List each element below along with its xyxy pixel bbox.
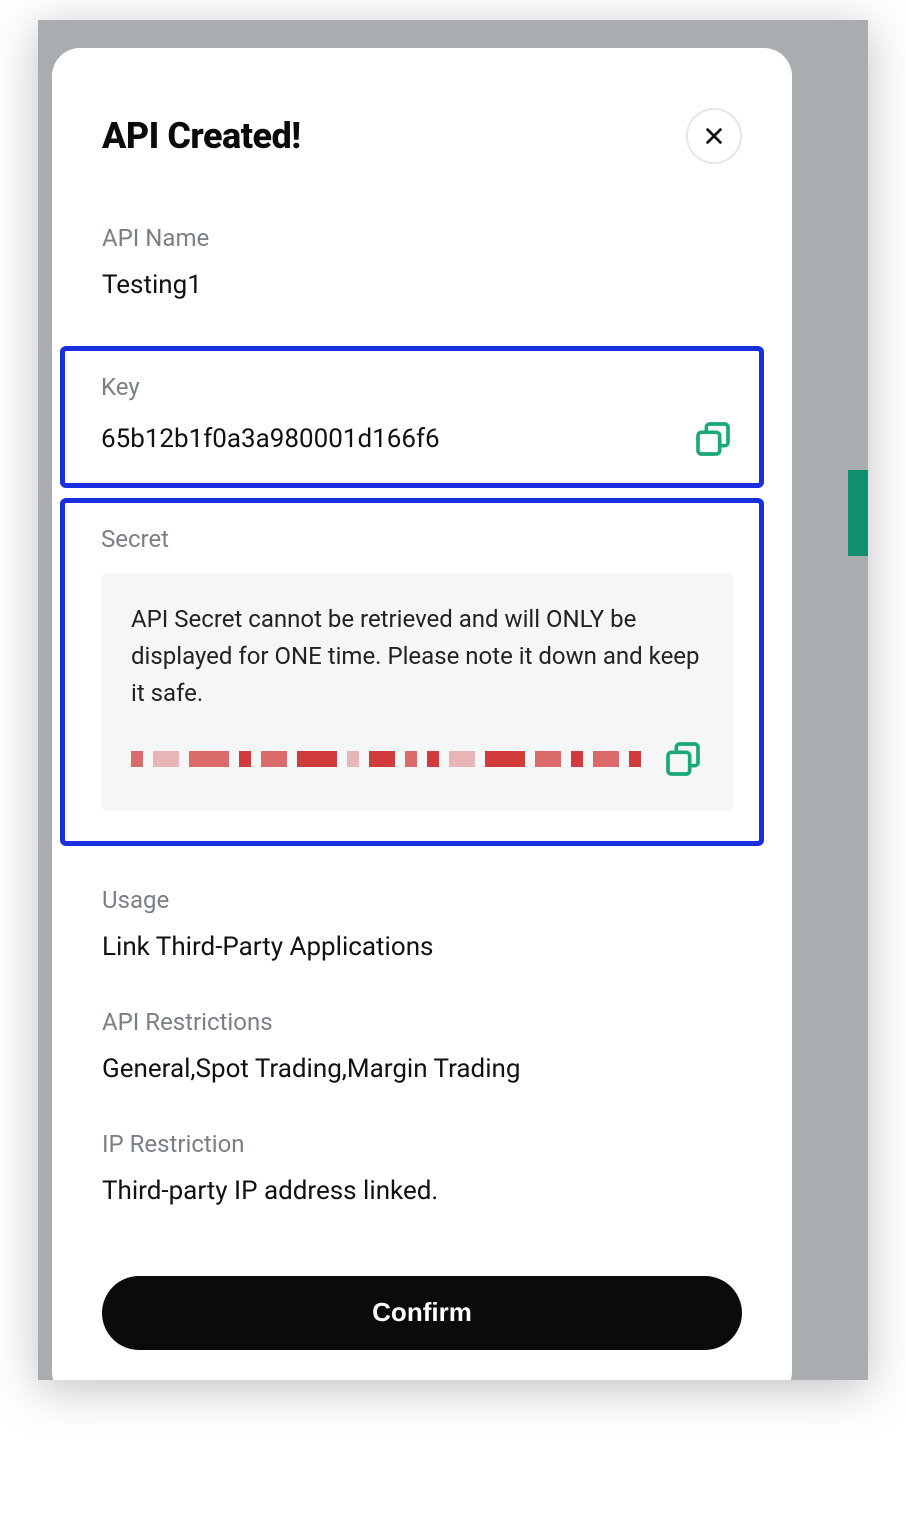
secret-redacted-value bbox=[131, 751, 641, 767]
dialog-header: API Created! bbox=[102, 108, 742, 164]
field-api-name: API Name Testing1 bbox=[102, 224, 742, 300]
key-highlight-box: Key 65b12b1f0a3a980001d166f6 bbox=[60, 346, 764, 488]
secret-box: API Secret cannot be retrieved and will … bbox=[101, 573, 733, 811]
api-name-value: Testing1 bbox=[102, 270, 742, 300]
api-created-dialog: API Created! API Name Testing1 Key 65b12… bbox=[52, 48, 792, 1380]
key-label: Key bbox=[101, 373, 733, 401]
close-button[interactable] bbox=[686, 108, 742, 164]
field-usage: Usage Link Third-Party Applications bbox=[102, 886, 742, 962]
secret-highlight-box: Secret API Secret cannot be retrieved an… bbox=[60, 498, 764, 846]
secret-warning-text: API Secret cannot be retrieved and will … bbox=[131, 601, 703, 713]
usage-label: Usage bbox=[102, 886, 742, 914]
key-row: 65b12b1f0a3a980001d166f6 bbox=[101, 419, 733, 459]
copy-secret-button[interactable] bbox=[663, 739, 703, 779]
api-name-label: API Name bbox=[102, 224, 742, 252]
api-restrictions-label: API Restrictions bbox=[102, 1008, 742, 1036]
field-api-restrictions: API Restrictions General,Spot Trading,Ma… bbox=[102, 1008, 742, 1084]
key-value: 65b12b1f0a3a980001d166f6 bbox=[101, 424, 440, 454]
usage-value: Link Third-Party Applications bbox=[102, 932, 742, 962]
dialog-backdrop: API Created! API Name Testing1 Key 65b12… bbox=[38, 20, 868, 1380]
confirm-button[interactable]: Confirm bbox=[102, 1276, 742, 1350]
api-restrictions-value: General,Spot Trading,Margin Trading bbox=[102, 1054, 742, 1084]
secret-label: Secret bbox=[101, 525, 733, 553]
ip-restriction-value: Third-party IP address linked. bbox=[102, 1176, 742, 1206]
copy-key-button[interactable] bbox=[693, 419, 733, 459]
secret-value-row bbox=[131, 739, 703, 779]
dialog-title: API Created! bbox=[102, 115, 301, 157]
close-icon bbox=[703, 125, 725, 147]
backdrop-accent bbox=[848, 470, 868, 556]
field-ip-restriction: IP Restriction Third-party IP address li… bbox=[102, 1130, 742, 1206]
ip-restriction-label: IP Restriction bbox=[102, 1130, 742, 1158]
